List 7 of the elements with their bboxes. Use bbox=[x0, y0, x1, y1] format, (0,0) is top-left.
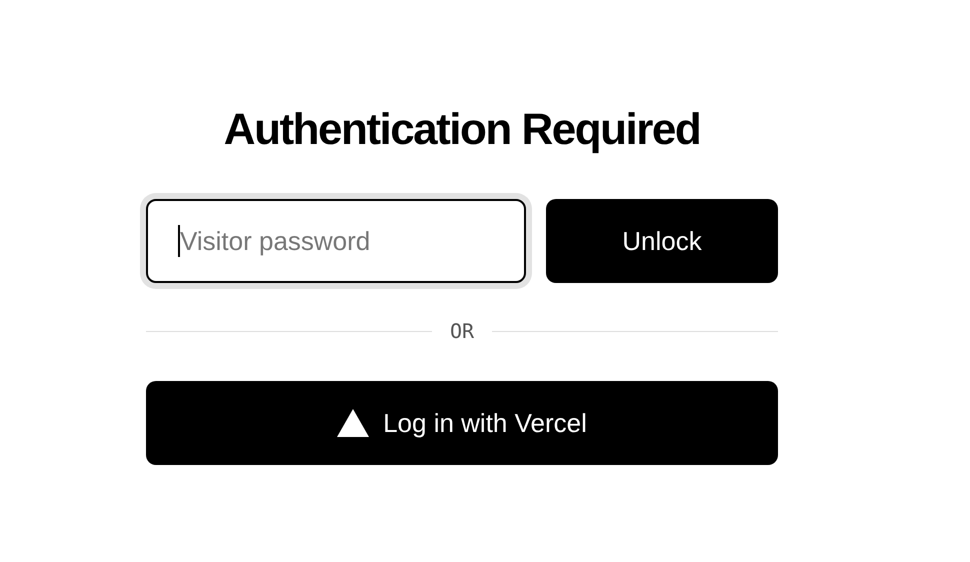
divider-label: OR bbox=[450, 319, 474, 343]
vercel-login-button[interactable]: Log in with Vercel bbox=[146, 381, 778, 465]
text-cursor bbox=[178, 225, 180, 257]
triangle-icon bbox=[337, 409, 370, 437]
unlock-button[interactable]: Unlock bbox=[546, 199, 778, 283]
password-field[interactable]: Visitor password bbox=[146, 199, 526, 283]
page-title: Authentication Required bbox=[222, 104, 702, 156]
